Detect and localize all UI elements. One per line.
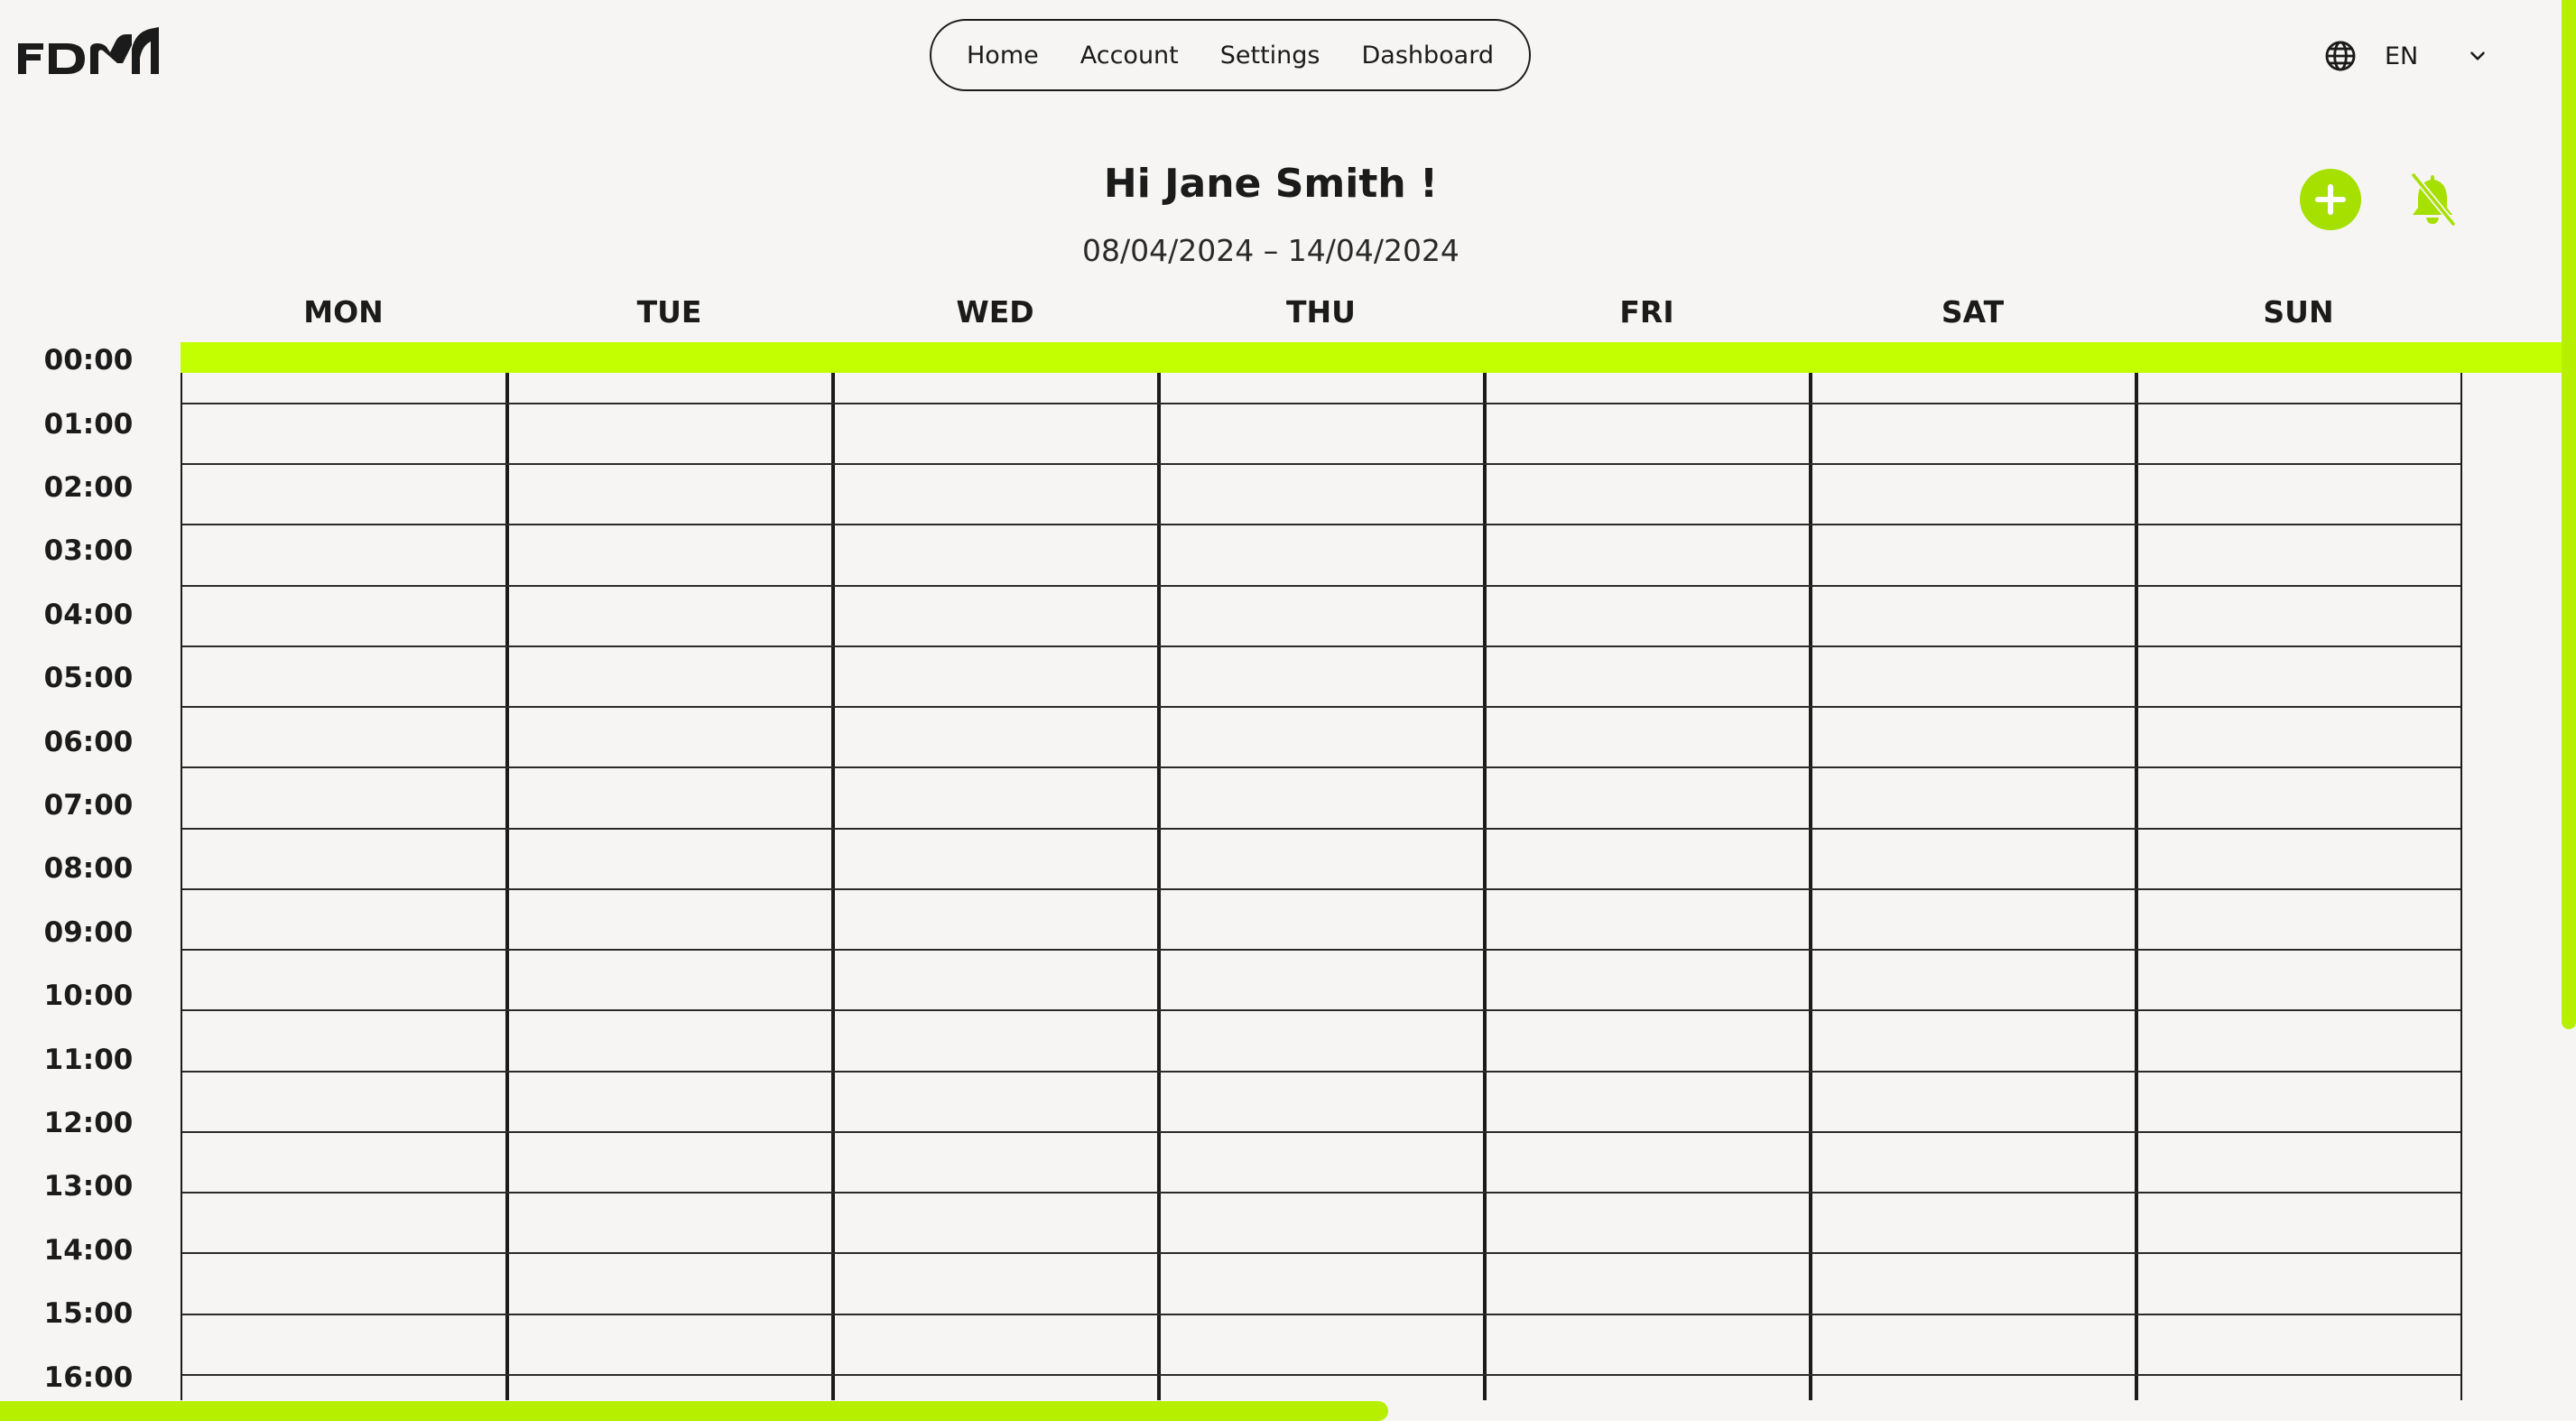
- day-header-thu: THU: [1286, 294, 1356, 330]
- day-header-mon: MON: [303, 294, 384, 330]
- day-header-sun: SUN: [2263, 294, 2334, 330]
- nav-settings[interactable]: Settings: [1220, 42, 1320, 70]
- add-event-button[interactable]: [2300, 169, 2361, 230]
- chevron-down-icon[interactable]: [2466, 44, 2489, 68]
- nav-home[interactable]: Home: [967, 42, 1039, 70]
- horizontal-scrollbar[interactable]: [0, 1401, 1388, 1421]
- time-label: 10:00: [43, 980, 134, 1012]
- time-label: 14:00: [43, 1234, 134, 1267]
- time-label: 08:00: [43, 852, 134, 885]
- day-header-tue: TUE: [636, 294, 702, 330]
- time-label: 13:00: [43, 1170, 134, 1203]
- nav-dashboard[interactable]: Dashboard: [1362, 42, 1494, 70]
- time-label: 07:00: [43, 789, 134, 822]
- time-label: 09:00: [43, 916, 134, 949]
- fdm-logo[interactable]: [16, 27, 162, 78]
- app-root: Home Account Settings Dashboard EN Hi Ja…: [0, 0, 2576, 1421]
- globe-icon: [2325, 41, 2356, 71]
- time-label: 05:00: [43, 662, 134, 694]
- time-label: 11:00: [43, 1044, 134, 1076]
- language-selector[interactable]: EN: [2323, 36, 2489, 76]
- time-label: 01:00: [43, 408, 134, 441]
- vertical-scrollbar[interactable]: [2562, 0, 2576, 1029]
- time-label: 03:00: [43, 534, 134, 567]
- time-label: 04:00: [43, 599, 134, 631]
- time-label: 02:00: [43, 471, 134, 504]
- week-range: 08/04/2024 – 14/04/2024: [1082, 233, 1459, 268]
- time-label: 15:00: [43, 1297, 134, 1330]
- time-label: 16:00: [43, 1361, 134, 1394]
- main-nav: Home Account Settings Dashboard: [930, 19, 1531, 91]
- nav-account[interactable]: Account: [1080, 42, 1179, 70]
- time-label: 00:00: [43, 344, 134, 376]
- day-header-wed: WED: [956, 294, 1034, 330]
- bell-off-icon[interactable]: [2406, 172, 2459, 228]
- day-header-sat: SAT: [1941, 294, 2005, 330]
- plus-icon: [2315, 184, 2346, 215]
- time-label: 12:00: [43, 1107, 134, 1139]
- day-header-fri: FRI: [1619, 294, 1674, 330]
- current-time-indicator: [181, 342, 2562, 373]
- time-label: 06:00: [43, 726, 134, 758]
- week-calendar-grid[interactable]: [181, 373, 2462, 1400]
- language-code: EN: [2385, 42, 2419, 70]
- greeting-title: Hi Jane Smith !: [1103, 161, 1439, 207]
